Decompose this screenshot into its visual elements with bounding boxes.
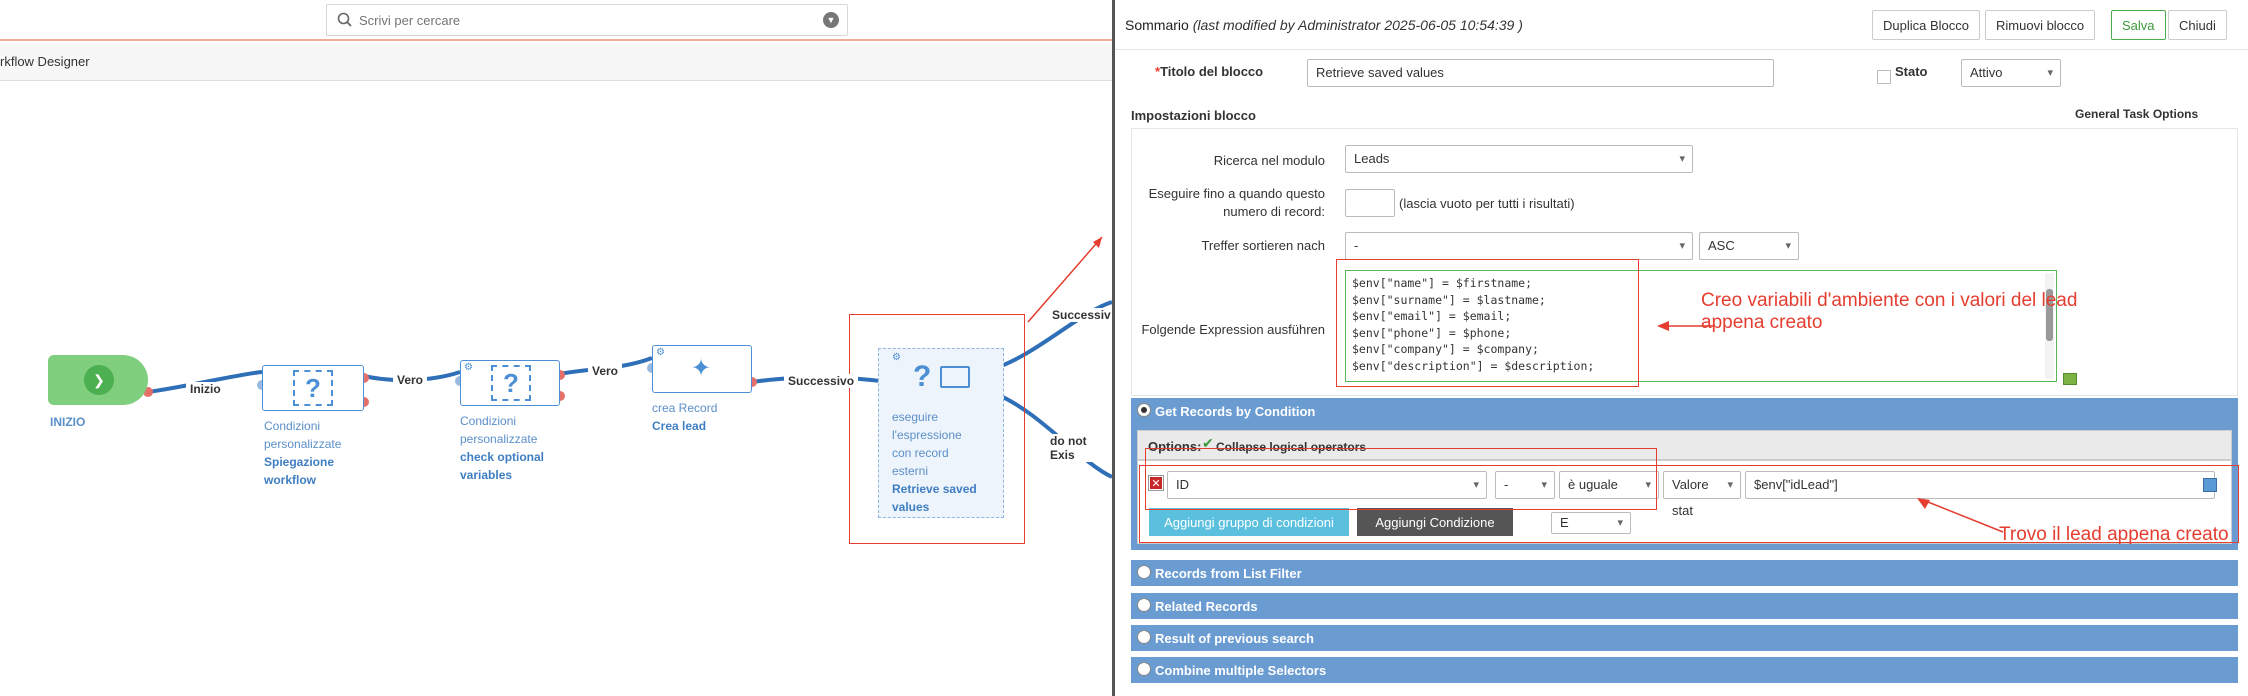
limit-label-line: numero di record:: [1223, 204, 1325, 219]
annotation-arrow: [1917, 498, 2004, 533]
node-type-label: Condizioni: [460, 414, 517, 428]
breadcrumb: rkflow Designer: [0, 43, 1112, 81]
edge-label-vero: Vero: [393, 373, 428, 387]
workflow-canvas[interactable]: ❯ INIZIO ? Condizioni personalizzate Spi…: [0, 82, 1112, 696]
node-type-label: crea Record: [652, 401, 718, 415]
save-button[interactable]: Salva: [2111, 10, 2166, 40]
section-related-records[interactable]: Related Records: [1131, 593, 2238, 619]
magic-wand-icon: ✦: [691, 355, 712, 382]
panel-header: Sommario (last modified by Administrator…: [1115, 0, 2248, 50]
radio-icon[interactable]: [1137, 403, 1151, 417]
section-label: Combine multiple Selectors: [1155, 663, 1327, 678]
section-previous-search[interactable]: Result of previous search: [1131, 625, 2238, 651]
duplicate-block-button[interactable]: Duplica Blocco: [1872, 10, 1980, 40]
start-label: INIZIO: [50, 415, 86, 429]
node-type-label: personalizzate: [264, 437, 342, 451]
block-properties-panel: Sommario (last modified by Administrator…: [1112, 0, 2248, 696]
node-title: Crea lead: [652, 419, 707, 433]
edge-label-vero: Vero: [588, 364, 623, 378]
node-title: check optional: [460, 450, 545, 464]
limit-hint: (lascia vuoto per tutti i risultati): [1399, 196, 1575, 211]
radio-icon[interactable]: [1137, 630, 1151, 644]
annotation-find: Trovo il lead appena creato: [1999, 524, 2229, 545]
node-title: workflow: [264, 473, 317, 487]
limit-label-line: Eseguire fino a quando questo: [1148, 186, 1325, 201]
search-module-select[interactable]: Leads: [1345, 145, 1693, 173]
search-module-label: Ricerca nel modulo: [1213, 153, 1325, 168]
section-label: Records from List Filter: [1155, 566, 1302, 581]
close-button[interactable]: Chiudi: [2168, 10, 2227, 40]
top-bar: ▼: [0, 0, 1112, 41]
block-title-label: *Titolo del blocco: [1155, 64, 1285, 79]
limit-input[interactable]: [1345, 189, 1395, 217]
section-get-records[interactable]: Get Records by Condition: [1131, 398, 2238, 424]
radio-icon[interactable]: [1137, 598, 1151, 612]
remove-block-button[interactable]: Rimuovi blocco: [1985, 10, 2096, 40]
section-list-filter[interactable]: Records from List Filter: [1131, 560, 2238, 586]
node-create-record[interactable]: ⚙ ✦ crea Record Crea lead: [652, 345, 752, 455]
radio-icon[interactable]: [1137, 662, 1151, 676]
section-label: Related Records: [1155, 599, 1258, 614]
block-title-label-text: Titolo del blocco: [1160, 64, 1264, 79]
panel-title: Sommario (last modified by Administrator…: [1125, 17, 1523, 33]
question-icon: ?: [491, 365, 531, 401]
section-label: Result of previous search: [1155, 631, 1314, 646]
last-modified: (last modified by Administrator 2025-06-…: [1192, 17, 1523, 33]
edit-icon[interactable]: [2063, 373, 2077, 385]
panel-title-text: Sommario: [1125, 17, 1189, 33]
expression-label: Folgende Expression ausführen: [1141, 322, 1325, 337]
settings-heading: Impostazioni blocco: [1131, 108, 1256, 123]
block-title-input[interactable]: Retrieve saved values: [1307, 59, 1774, 87]
node-condition-check[interactable]: ⚙ ? Condizioni personalizzate check opti…: [460, 360, 560, 490]
highlight-box: [849, 314, 1025, 544]
general-task-options[interactable]: General Task Options: [2075, 107, 2198, 121]
node-title: variables: [460, 468, 513, 482]
question-icon: ?: [293, 370, 333, 406]
annotation-env: Creo variabili d'ambiente con i valori d…: [1701, 290, 2077, 334]
limit-label: Eseguire fino a quando questo numero di …: [1125, 185, 1325, 221]
highlight-box: [1145, 448, 1657, 510]
edge-label-successivo: Successivo: [784, 374, 859, 388]
edge-label-successivo: Successiv: [1048, 308, 1112, 322]
section-label: Get Records by Condition: [1155, 404, 1316, 419]
node-title: Spiegazione: [264, 455, 335, 469]
node-condition-explain[interactable]: ? Condizioni personalizzate Spiegazione …: [262, 365, 364, 495]
play-icon: ❯: [84, 365, 114, 395]
workflow-designer: ▼ rkflow Designer: [0, 0, 1112, 696]
sort-label: Treffer sortieren nach: [1201, 238, 1325, 253]
annotation-line: Creo variabili d'ambiente con i valori d…: [1701, 290, 2078, 311]
state-select[interactable]: Attivo: [1961, 59, 2061, 87]
settings-icon: ⚙: [464, 362, 473, 373]
start-node[interactable]: ❯ INIZIO: [48, 355, 148, 429]
breadcrumb-label: rkflow Designer: [0, 54, 90, 69]
node-type-label: personalizzate: [460, 432, 538, 446]
global-search[interactable]: ▼: [326, 4, 848, 36]
state-label: Stato: [1895, 64, 1928, 79]
annotation-line: appena creato: [1701, 312, 1823, 333]
radio-icon[interactable]: [1137, 565, 1151, 579]
sort-direction-select[interactable]: ASC: [1699, 232, 1799, 260]
chevron-down-icon[interactable]: ▼: [823, 12, 839, 28]
node-type-label: Condizioni: [264, 419, 321, 433]
search-icon: [337, 12, 352, 27]
edge-label-inizio: Inizio: [186, 382, 225, 396]
sort-field-select[interactable]: -: [1345, 232, 1693, 260]
section-combine-selectors[interactable]: Combine multiple Selectors: [1131, 657, 2238, 683]
highlight-box: [1336, 259, 1639, 387]
search-input[interactable]: [357, 9, 797, 31]
edge-label-do-not-exist: do not Exis: [1046, 434, 1112, 462]
state-icon: [1877, 70, 1891, 84]
settings-icon: ⚙: [656, 347, 665, 358]
